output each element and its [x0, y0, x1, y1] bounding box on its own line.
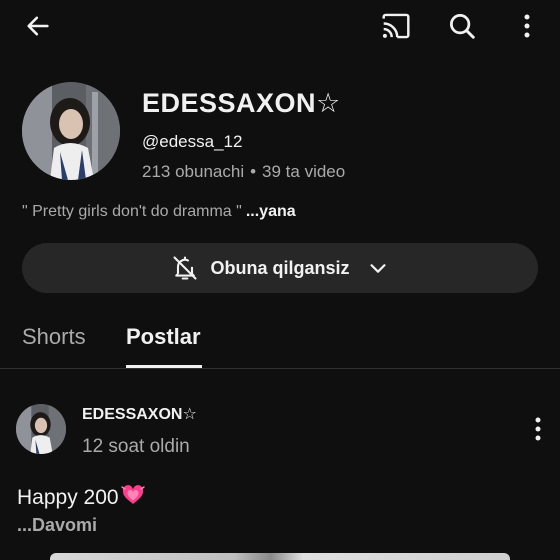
tab-shorts[interactable]: Shorts: [22, 324, 86, 350]
channel-screen: EDESSAXON☆ @edessa_12 213 obunachi • 39 ta…: [0, 0, 560, 560]
post-read-more-link[interactable]: ...Davomi: [17, 515, 97, 536]
channel-handle: @edessa_12: [142, 132, 243, 151]
top-app-bar: [0, 0, 560, 52]
video-count: 39 ta video: [262, 162, 346, 181]
channel-stats: 213 obunachi • 39 ta video: [142, 162, 345, 182]
post-image[interactable]: [50, 553, 510, 560]
channel-bio[interactable]: " Pretty girls don't do dramma " ...yana: [22, 203, 296, 221]
post-body: Happy 200: [17, 486, 119, 509]
search-icon[interactable]: [444, 8, 480, 44]
post-author-avatar[interactable]: [16, 404, 66, 454]
stats-separator: •: [250, 162, 257, 181]
heart-icon: [120, 484, 145, 512]
subscriber-count: 213 obunachi: [142, 162, 245, 181]
bell-off-icon: [170, 253, 200, 283]
channel-tabs: Shorts Postlar: [0, 318, 560, 370]
post-author-name[interactable]: EDESSAXON☆: [82, 404, 197, 424]
post-text: Happy 200: [17, 484, 145, 512]
chevron-down-icon: [366, 256, 390, 280]
post-timestamp: 12 soat oldin: [82, 436, 190, 457]
bio-text: " Pretty girls don't do dramma ": [22, 203, 242, 220]
channel-name: EDESSAXON☆: [142, 88, 341, 118]
subscribed-button[interactable]: Obuna qilgansiz: [22, 243, 538, 293]
subscribed-label: Obuna qilgansiz: [210, 257, 350, 278]
arrow-back-icon[interactable]: [20, 8, 56, 44]
tab-posts[interactable]: Postlar: [126, 324, 201, 350]
channel-avatar[interactable]: [22, 82, 120, 180]
tabs-divider: [0, 368, 560, 369]
bio-more-link[interactable]: ...yana: [246, 203, 296, 220]
more-vert-icon[interactable]: [510, 8, 544, 44]
cast-icon[interactable]: [378, 8, 414, 44]
post-more-icon[interactable]: [526, 414, 550, 444]
